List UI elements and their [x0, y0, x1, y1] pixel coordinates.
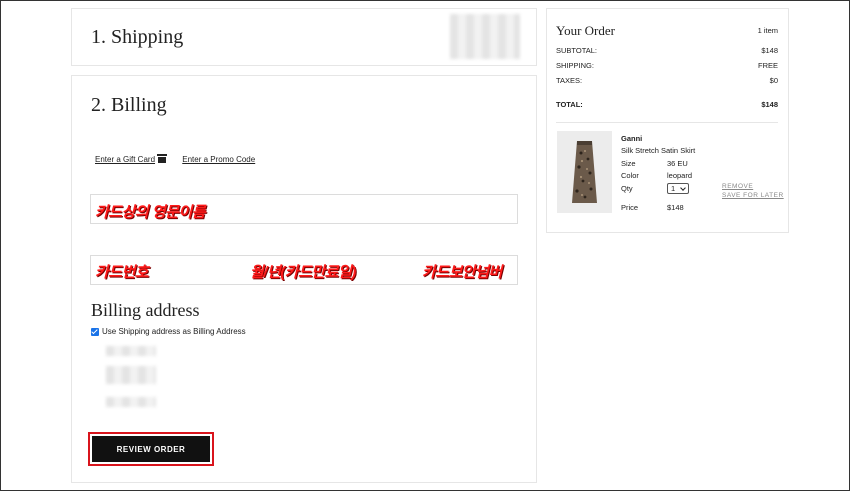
shipping-title[interactable]: 1. Shipping — [91, 26, 183, 49]
cardholder-name-annotation: 카드상의 영문이름 — [95, 204, 206, 221]
chevron-down-icon — [680, 185, 686, 191]
subtotal-value: $148 — [761, 46, 778, 55]
item-color-label: Color — [621, 171, 639, 180]
item-color-value: leopard — [667, 171, 693, 180]
qty-value: 1 — [671, 184, 676, 193]
card-number-annotation: 카드번호 — [95, 264, 149, 281]
item-price-value: $148 — [667, 203, 684, 212]
address-line-redacted-2 — [106, 366, 156, 384]
order-divider — [556, 122, 778, 123]
cvv-annotation: 카드보안넘버 — [422, 264, 502, 281]
use-shipping-label: Use Shipping address as Billing Address — [102, 327, 246, 336]
remove-link[interactable]: REMOVE — [722, 183, 753, 190]
gift-card-link-label: Enter a Gift Card — [95, 155, 156, 164]
expiry-annotation: 월/년(카드만료일) — [250, 264, 356, 281]
item-name[interactable]: Silk Stretch Satin Skirt — [621, 146, 695, 155]
qty-select[interactable]: 1 — [667, 183, 689, 194]
item-price-label: Price — [621, 203, 639, 212]
total-value: $148 — [761, 100, 778, 109]
billing-title: 2. Billing — [91, 94, 167, 116]
promo-code-link[interactable]: Enter a Promo Code — [182, 155, 255, 164]
remove-link-wrap: REMOVE — [722, 183, 753, 190]
item-brand: Ganni — [621, 134, 643, 143]
order-item-count: 1 item — [757, 26, 778, 35]
item-qty-label: Qty — [621, 184, 633, 193]
use-shipping-checkbox[interactable] — [91, 327, 99, 336]
product-thumbnail[interactable] — [557, 131, 612, 213]
review-order-highlight: REVIEW ORDER — [88, 432, 214, 466]
item-size-value: 36 EU — [667, 159, 688, 168]
review-order-button[interactable]: REVIEW ORDER — [92, 436, 210, 462]
total-label: TOTAL: — [556, 100, 583, 109]
order-title: Your Order — [556, 23, 615, 38]
billing-links: Enter a Gift Card Enter a Promo Code — [95, 154, 269, 164]
shipping-value: FREE — [757, 61, 778, 70]
shipping-label: SHIPPING: — [556, 61, 594, 70]
item-size-label: Size — [621, 159, 636, 168]
address-line-redacted-1 — [106, 346, 156, 356]
skirt-image-icon — [557, 131, 612, 213]
gift-icon — [157, 154, 168, 163]
taxes-value: $0 — [769, 76, 778, 85]
billing-address-heading: Billing address — [91, 300, 200, 320]
subtotal-label: SUBTOTAL: — [556, 46, 597, 55]
save-for-later-link-wrap: SAVE FOR LATER — [722, 192, 784, 199]
gift-card-link[interactable]: Enter a Gift Card — [95, 154, 168, 164]
shipping-summary-redacted — [450, 14, 520, 59]
save-for-later-link[interactable]: SAVE FOR LATER — [722, 192, 784, 199]
address-line-redacted-3 — [106, 397, 156, 407]
taxes-label: TAXES: — [556, 76, 583, 85]
use-shipping-address-row[interactable]: Use Shipping address as Billing Address — [91, 327, 246, 336]
